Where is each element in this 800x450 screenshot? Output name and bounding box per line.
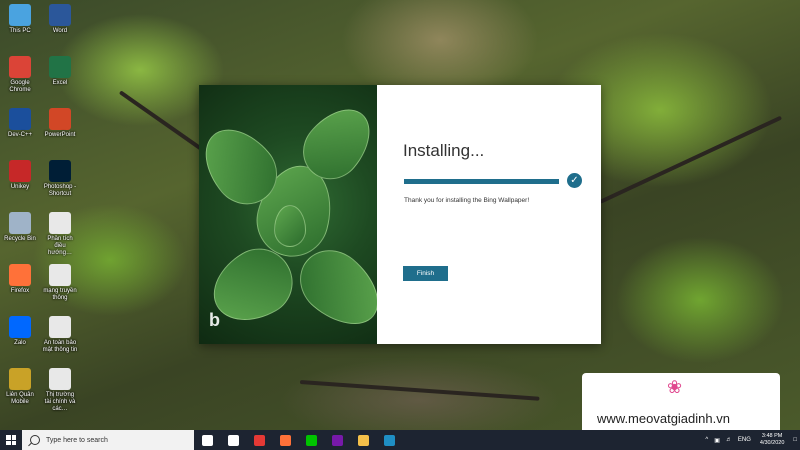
bing-icon[interactable]	[376, 430, 402, 450]
document-icon	[49, 368, 71, 390]
install-message: Thank you for installing the Bing Wallpa…	[404, 197, 530, 204]
desktop-icon[interactable]: Liên Quân Mobile	[2, 368, 38, 406]
line-icon[interactable]	[298, 430, 324, 450]
leaf-shape	[274, 205, 306, 247]
desktop-icon-label: This PC	[9, 28, 31, 34]
desktop-icon[interactable]: An toàn bảo mật thông tin	[42, 316, 78, 354]
desktop-icon[interactable]: Unikey	[2, 160, 38, 191]
desktop-icon[interactable]: Recycle Bin	[2, 212, 38, 243]
install-progress-bar	[404, 179, 559, 184]
excel-icon	[49, 56, 71, 78]
desktop-icon-label: Word	[52, 28, 68, 34]
search-icon	[30, 435, 40, 445]
taskbar-app-glyph	[201, 434, 213, 446]
desktop-icon[interactable]: Zalo	[2, 316, 38, 347]
recycle-bin-icon	[9, 212, 31, 234]
desktop-icon[interactable]: This PC	[2, 4, 38, 35]
taskbar-app-glyph	[227, 434, 239, 446]
taskbar-app-glyph	[279, 434, 291, 446]
desktop-icon-label: Unikey	[10, 184, 30, 190]
wallpaper-branch	[299, 380, 540, 401]
desktop-icon[interactable]: Dev-C++	[2, 108, 38, 139]
taskbar: Type here to search ^ ▣ ♬ ENG 3:48 PM 4/…	[0, 430, 800, 450]
unikey-icon	[9, 160, 31, 182]
desktop-icon[interactable]: PowerPoint	[42, 108, 78, 139]
installer-title: Installing...	[403, 141, 485, 160]
taskbar-app-glyph	[383, 434, 395, 446]
bing-logo: b	[209, 310, 220, 330]
task-view-icon[interactable]	[220, 430, 246, 450]
photoshop-icon	[49, 160, 71, 182]
checkmark-icon: ✓	[567, 173, 582, 188]
taskbar-app-glyph	[305, 434, 317, 446]
installer-panel: Installing... ✓ Thank you for installing…	[377, 85, 601, 344]
wallpaper-branch	[599, 115, 783, 204]
clock[interactable]: 3:48 PM 4/30/2020	[760, 433, 784, 447]
install-progress-fill	[404, 179, 559, 184]
desktop-icon[interactable]: Firefox	[2, 264, 38, 295]
chrome-icon	[9, 56, 31, 78]
watermark-text: www.meovatgiadinh.vn	[597, 411, 730, 426]
volume-icon[interactable]: ♬	[726, 437, 732, 443]
desktop-icon-label: Liên Quân Mobile	[6, 392, 34, 405]
desktop-icon-label: Firefox	[10, 288, 30, 294]
game-app-icon[interactable]	[246, 430, 272, 450]
lotus-logo-icon: ❀	[667, 377, 683, 397]
desktop-icon-label: Google Chrome	[9, 80, 31, 93]
document-icon	[49, 212, 71, 234]
notifications-icon[interactable]: □	[793, 437, 797, 443]
site-watermark: ❀ www.meovatgiadinh.vn	[582, 373, 780, 430]
desktop-icon-label: Dev-C++	[7, 132, 32, 138]
devcpp-icon	[9, 108, 31, 130]
desktop-icon[interactable]: Phần tích điều hướng…	[42, 212, 78, 257]
game-icon	[9, 368, 31, 390]
taskbar-apps	[194, 430, 402, 450]
file-explorer-icon[interactable]	[350, 430, 376, 450]
windows-logo-icon	[6, 435, 16, 445]
desktop-icon-label: Excel	[52, 80, 68, 86]
desktop-icon-label: Recycle Bin	[4, 236, 36, 242]
show-hidden-icons-icon[interactable]: ^	[705, 437, 708, 443]
desktop-icon-label: Photoshop - Shortcut	[43, 184, 77, 197]
firefox-icon[interactable]	[272, 430, 298, 450]
desktop-icon[interactable]: Thị trường tài chính và các…	[42, 368, 78, 413]
zalo-icon	[9, 316, 31, 338]
desktop-icon-label: An toàn bảo mật thông tin	[42, 340, 78, 353]
system-tray: ^ ▣ ♬ ENG 3:48 PM 4/30/2020 □	[702, 430, 800, 450]
desktop-icon[interactable]: Google Chrome	[2, 56, 38, 94]
succulent-hero-image: b	[199, 85, 377, 344]
clock-time: 3:48 PM	[761, 433, 783, 439]
cortana-icon[interactable]	[194, 430, 220, 450]
onenote-icon[interactable]	[324, 430, 350, 450]
search-placeholder: Type here to search	[46, 436, 108, 444]
finish-button[interactable]: Finish	[403, 266, 448, 281]
language-indicator[interactable]: ENG	[738, 437, 751, 443]
taskbar-app-glyph	[331, 434, 343, 446]
powerpoint-icon	[49, 108, 71, 130]
document-icon	[49, 316, 71, 338]
word-icon	[49, 4, 71, 26]
desktop-icon[interactable]: Photoshop - Shortcut	[42, 160, 78, 198]
this-pc-icon	[9, 4, 31, 26]
document-icon	[49, 264, 71, 286]
firefox-icon	[9, 264, 31, 286]
clock-date: 4/30/2020	[759, 440, 785, 446]
desktop-icon-label: Zalo	[14, 340, 26, 346]
desktop-icon-label: mạng truyền thông	[43, 288, 77, 301]
bing-wallpaper-installer-window: b Installing... ✓ Thank you for installi…	[199, 85, 601, 344]
desktop-icon-label: Phần tích điều hướng…	[47, 236, 73, 256]
start-button[interactable]	[0, 430, 22, 450]
taskbar-app-glyph	[357, 434, 369, 446]
taskbar-app-glyph	[253, 434, 265, 446]
desktop-icon[interactable]: Word	[42, 4, 78, 35]
desktop-icon-label: PowerPoint	[44, 132, 76, 138]
desktop-icon[interactable]: mạng truyền thông	[42, 264, 78, 302]
network-icon[interactable]: ▣	[714, 437, 720, 444]
desktop-icon-label: Thị trường tài chính và các…	[44, 392, 76, 412]
taskbar-search-box[interactable]: Type here to search	[22, 430, 194, 450]
desktop-icon[interactable]: Excel	[42, 56, 78, 87]
